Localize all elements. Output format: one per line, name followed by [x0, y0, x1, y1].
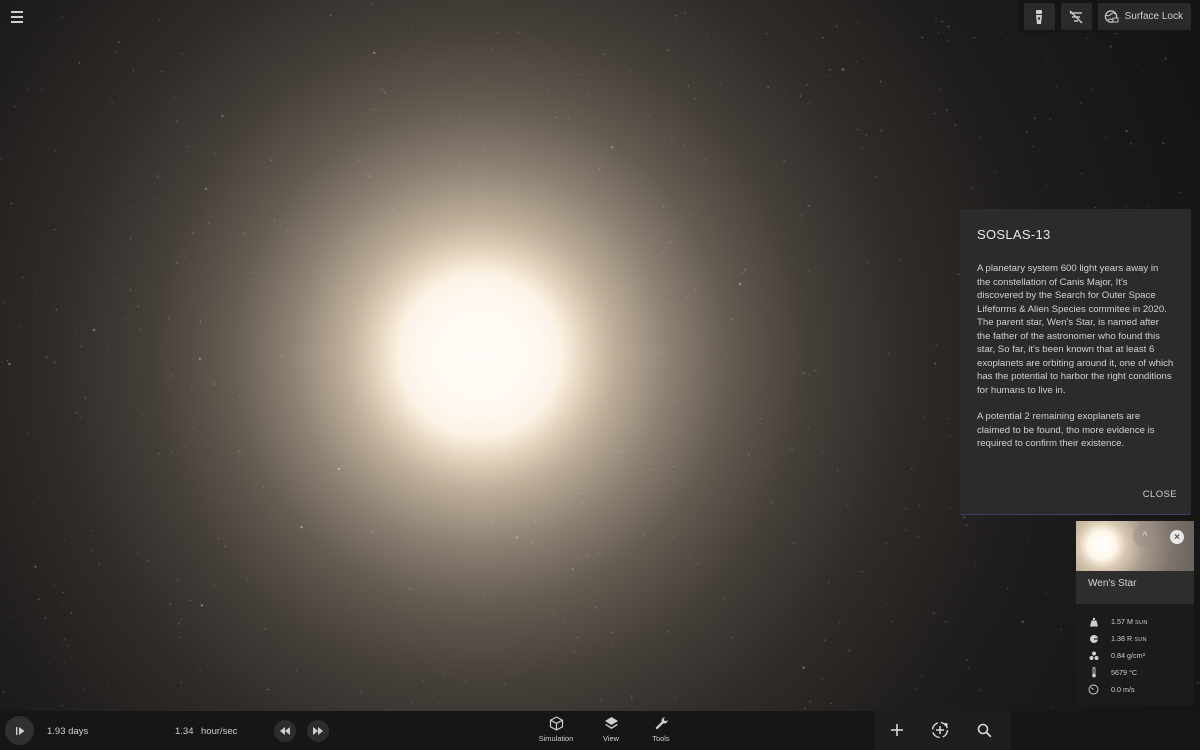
star-wens-star[interactable] — [400, 275, 560, 435]
time-rate-unit: hour/sec — [201, 726, 238, 737]
cube-icon — [549, 716, 563, 731]
tab-view[interactable]: View — [586, 716, 636, 748]
property-value: 0.0 m/s — [1111, 685, 1135, 694]
selected-object-card: ^ × Wen's Star 1.57 M SUN 1.38 R SUN 0.84 … — [1076, 521, 1194, 705]
tab-tools[interactable]: Tools — [636, 716, 686, 748]
chevron-up-icon[interactable]: ^ — [1133, 524, 1157, 548]
wrench-icon — [655, 717, 668, 730]
property-unit: SUN — [1134, 620, 1148, 626]
system-info-panel: SOSLAS-13 A planetary system 600 light y… — [960, 209, 1191, 515]
surface-lock-label: Surface Lock — [1124, 11, 1183, 22]
search-icon — [977, 723, 991, 737]
property-value: 1.38 R — [1111, 634, 1133, 643]
info-paragraph: A potential 2 remaining exoplanets are c… — [977, 411, 1155, 449]
property-value: 5679 °C — [1111, 668, 1138, 677]
plus-icon — [891, 724, 903, 736]
rewind-icon — [280, 727, 290, 735]
fast-forward-icon — [313, 727, 323, 735]
layers-icon — [604, 717, 618, 729]
search-button[interactable] — [972, 718, 996, 742]
radius-icon — [1088, 633, 1099, 644]
play-button[interactable] — [5, 716, 34, 745]
property-value: 0.84 g/cm³ — [1111, 651, 1145, 660]
property-unit: SUN — [1134, 637, 1147, 643]
property-radius: 1.38 R SUN — [1076, 630, 1194, 647]
close-icon[interactable]: × — [1170, 530, 1184, 544]
globe-lock-icon — [1104, 10, 1119, 23]
property-value: 1.57 M — [1111, 617, 1133, 626]
property-mass: 1.57 M SUN — [1076, 613, 1194, 630]
property-density: 0.84 g/cm³ — [1076, 647, 1194, 664]
object-thumbnail[interactable]: ^ × — [1076, 521, 1194, 571]
tab-simulation[interactable]: Simulation — [531, 716, 581, 748]
info-panel-title: SOSLAS-13 — [977, 227, 1051, 242]
filter-off-icon[interactable] — [1060, 3, 1092, 30]
object-name: Wen's Star — [1076, 571, 1194, 604]
speedometer-icon — [1088, 684, 1099, 695]
info-paragraph: A planetary system 600 light years away … — [977, 263, 1174, 396]
tab-label: Simulation — [538, 734, 574, 743]
surface-lock-button[interactable]: Surface Lock — [1097, 3, 1191, 30]
flashlight-icon[interactable] — [1023, 3, 1055, 30]
property-temperature: 5679 °C — [1076, 664, 1194, 681]
add-object-button[interactable] — [885, 718, 909, 742]
object-properties: 1.57 M SUN 1.38 R SUN 0.84 g/cm³ 5679 °C 0… — [1076, 613, 1194, 698]
play-icon — [15, 726, 24, 735]
close-button[interactable]: CLOSE — [1143, 489, 1177, 500]
property-speed: 0.0 m/s — [1076, 681, 1194, 698]
top-toolbar: Surface Lock — [1017, 0, 1194, 33]
tab-label: Tools — [652, 734, 670, 743]
rewind-button[interactable] — [274, 720, 296, 742]
mass-weight-icon — [1088, 616, 1099, 627]
fast-forward-button[interactable] — [307, 720, 329, 742]
orbit-add-icon — [931, 721, 949, 739]
tab-label: View — [603, 734, 619, 743]
orbit-add-button[interactable] — [928, 718, 952, 742]
density-icon — [1088, 650, 1099, 661]
time-rate-value: 1.34 — [175, 726, 194, 737]
thermometer-icon — [1088, 667, 1099, 678]
hamburger-menu-icon[interactable] — [6, 7, 28, 27]
elapsed-time: 1.93 days — [47, 726, 89, 737]
